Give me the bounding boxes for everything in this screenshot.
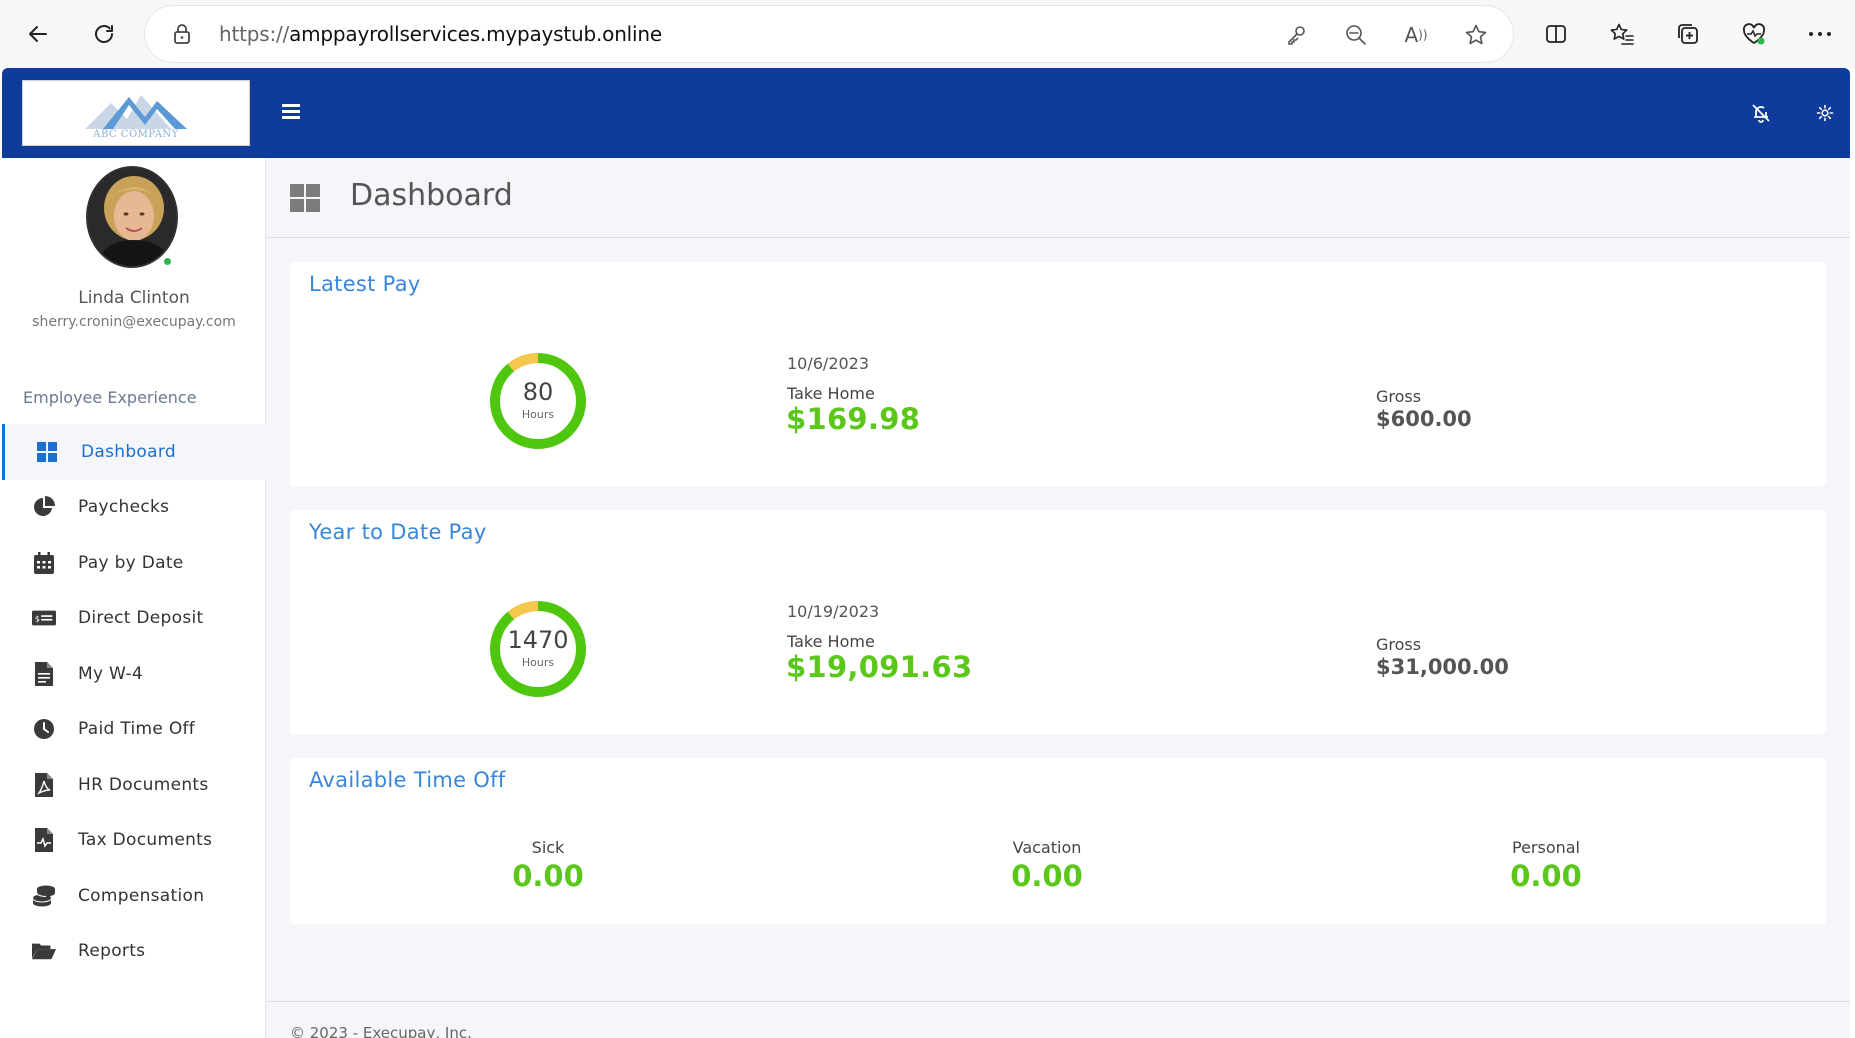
latest-take-home-label: Take Home: [787, 384, 875, 403]
sidebar-item-pay-by-date[interactable]: Pay by Date: [2, 535, 266, 591]
ytd-hours-unit: Hours: [521, 656, 555, 669]
sidebar-item-label: Direct Deposit: [78, 608, 204, 629]
sidebar-item-label: Pay by Date: [78, 552, 184, 573]
browser-toolbar: https://amppayrollservices.mypaystub.onl…: [0, 0, 1855, 68]
vacation-time-off: Vacation 0.00: [947, 838, 1147, 893]
ytd-take-home-value: $19,091.63: [786, 650, 973, 684]
vacation-value: 0.00: [1011, 859, 1083, 893]
sidebar-item-label: Dashboard: [81, 441, 176, 462]
online-status-indicator: [162, 256, 173, 267]
sidebar-item-label: Reports: [78, 941, 146, 962]
sidebar-item-direct-deposit[interactable]: $ Direct Deposit: [2, 591, 266, 647]
latest-hours-donut: 80 Hours: [489, 352, 587, 450]
sidebar-item-paid-time-off[interactable]: Paid Time Off: [2, 702, 266, 758]
sidebar: Linda Clinton sherry.cronin@execupay.com…: [2, 158, 266, 1038]
notifications-off-icon[interactable]: [1748, 100, 1774, 126]
url-text[interactable]: https://amppayrollservices.mypaystub.onl…: [219, 22, 662, 46]
personal-value: 0.00: [1510, 859, 1582, 893]
avatar[interactable]: [86, 166, 178, 268]
dashboard-grid-icon: [290, 184, 320, 216]
ytd-gross-label: Gross: [1376, 635, 1422, 654]
coins-icon: [32, 884, 56, 908]
user-email: sherry.cronin@execupay.com: [32, 314, 236, 330]
sidebar-item-dashboard[interactable]: Dashboard: [2, 424, 266, 480]
read-aloud-icon[interactable]: A)): [1401, 20, 1431, 50]
document-icon: [32, 661, 56, 686]
sidebar-item-reports[interactable]: Reports: [2, 924, 266, 980]
sidebar-item-tax-documents[interactable]: Tax Documents: [2, 813, 266, 869]
sidebar-item-my-w4[interactable]: My W-4: [2, 646, 266, 702]
ytd-pay-date: 10/19/2023: [787, 602, 880, 621]
company-logo[interactable]: ABC COMPANY: [22, 80, 250, 146]
zoom-out-icon[interactable]: [1341, 20, 1371, 50]
sidebar-item-label: My W-4: [78, 663, 144, 684]
sick-label: Sick: [531, 838, 565, 857]
latest-gross-label: Gross: [1376, 387, 1422, 406]
money-bill-icon: $: [32, 606, 56, 630]
url-host: amppayrollservices.mypaystub.online: [289, 22, 662, 46]
footer-divider: [266, 1001, 1850, 1002]
url-prefix: https://: [219, 22, 290, 46]
personal-time-off: Personal 0.00: [1446, 838, 1646, 893]
address-bar[interactable]: https://amppayrollservices.mypaystub.onl…: [145, 6, 1513, 62]
sick-value: 0.00: [512, 859, 584, 893]
collections-icon[interactable]: [1668, 14, 1708, 54]
calendar-icon: [32, 551, 56, 575]
latest-gross-value: $600.00: [1376, 407, 1472, 431]
latest-hours-unit: Hours: [521, 408, 555, 421]
pie-chart-icon: [32, 495, 56, 519]
latest-pay-title: Latest Pay: [309, 272, 421, 296]
back-icon[interactable]: [18, 14, 58, 54]
ytd-pay-title: Year to Date Pay: [309, 520, 487, 544]
svg-text:$: $: [35, 614, 40, 624]
ytd-gross-value: $31,000.00: [1376, 655, 1509, 679]
footer-copyright: © 2023 - Execupay, Inc.: [290, 1024, 472, 1038]
hamburger-menu-icon[interactable]: [282, 104, 300, 120]
personal-label: Personal: [1511, 838, 1580, 857]
sidebar-item-label: HR Documents: [78, 774, 209, 795]
clock-icon: [32, 717, 56, 741]
latest-pay-card: Latest Pay 80 Hours 10/6/2023 Take Home …: [290, 262, 1826, 486]
sick-time-off: Sick 0.00: [448, 838, 648, 893]
sidebar-item-paychecks[interactable]: Paychecks: [2, 480, 266, 536]
pdf-file-icon: [32, 772, 56, 797]
refresh-icon[interactable]: [84, 14, 124, 54]
sidebar-item-hr-documents[interactable]: HR Documents: [2, 757, 266, 813]
latest-take-home-value: $169.98: [786, 402, 921, 436]
ytd-hours-donut: 1470 Hours: [489, 600, 587, 698]
folder-open-icon: [32, 939, 56, 963]
time-off-title: Available Time Off: [309, 768, 506, 792]
sidebar-item-compensation[interactable]: Compensation: [2, 868, 266, 924]
main-content: Dashboard Latest Pay 80 Hours 10/6/2023 …: [266, 158, 1850, 1038]
sidebar-item-label: Tax Documents: [78, 830, 213, 851]
split-screen-icon[interactable]: [1536, 14, 1576, 54]
key-icon[interactable]: [1281, 20, 1311, 50]
vacation-label: Vacation: [1012, 838, 1082, 857]
lock-icon[interactable]: [173, 23, 191, 49]
more-options-icon[interactable]: [1800, 14, 1840, 54]
browser-essentials-icon[interactable]: [1734, 14, 1774, 54]
latest-hours-value: 80: [522, 378, 554, 406]
user-name: Linda Clinton: [78, 288, 190, 308]
ytd-pay-card: Year to Date Pay 1470 Hours 10/19/2023 T…: [290, 510, 1826, 734]
sidebar-item-label: Paid Time Off: [78, 719, 196, 740]
app-header: ABC COMPANY: [2, 68, 1850, 158]
ytd-take-home-label: Take Home: [787, 632, 875, 651]
page-header: Dashboard: [266, 158, 1850, 238]
sidebar-item-label: Compensation: [78, 885, 205, 906]
grid-icon: [35, 440, 59, 464]
sidebar-item-label: Paychecks: [78, 497, 170, 518]
favorite-star-icon[interactable]: [1461, 20, 1491, 50]
page-title: Dashboard: [350, 178, 513, 213]
available-time-off-card: Available Time Off Sick 0.00 Vacation 0.…: [290, 758, 1826, 924]
logo-text: ABC COMPANY: [93, 129, 179, 140]
latest-pay-date: 10/6/2023: [787, 354, 870, 373]
sidebar-menu: Dashboard Paychecks Pay by Date $ Direct…: [2, 424, 266, 979]
medical-file-icon: [32, 828, 56, 853]
settings-gear-icon[interactable]: [1812, 100, 1838, 126]
favorites-list-icon[interactable]: [1602, 14, 1642, 54]
sidebar-section-title: Employee Experience: [23, 388, 197, 407]
ytd-hours-value: 1470: [507, 626, 569, 654]
